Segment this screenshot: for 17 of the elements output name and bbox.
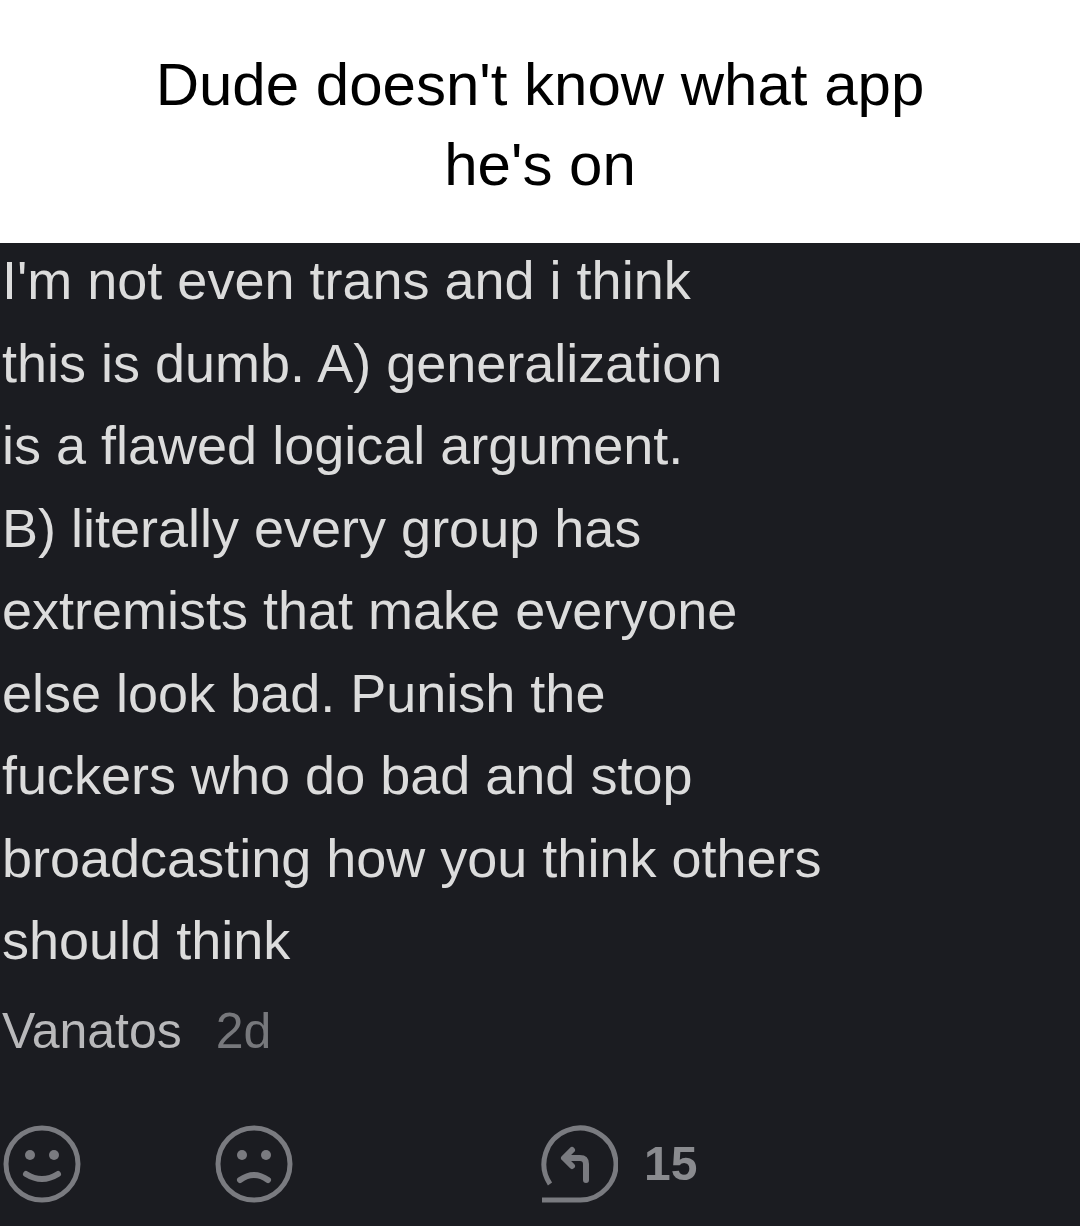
caption-text: he's on — [444, 129, 636, 200]
comment-text: I'm not even trans and i think — [2, 249, 692, 312]
smile-icon[interactable] — [2, 1123, 82, 1204]
caption-text: Dude doesn't know what app — [155, 49, 925, 120]
reply-count: 15 — [644, 1136, 698, 1191]
username[interactable]: Vanatos — [2, 1001, 182, 1060]
reply-icon[interactable] — [538, 1123, 618, 1204]
comment-text: broadcasting how you think others — [2, 826, 823, 890]
comment-text: fuckers who do bad and stop — [2, 744, 694, 807]
comment-text: B) literally every group has — [2, 496, 643, 560]
comment-text: extremists that make everyone — [2, 579, 739, 642]
comment-text: is a flawed logical argument. — [2, 414, 685, 477]
frown-icon[interactable] — [214, 1123, 294, 1204]
comment-text: this is dumb. A) generalization — [2, 331, 724, 395]
comment-text: should think — [2, 909, 292, 972]
comment-text: else look bad. Punish the — [2, 661, 607, 725]
timestamp: 2d — [215, 1001, 272, 1060]
